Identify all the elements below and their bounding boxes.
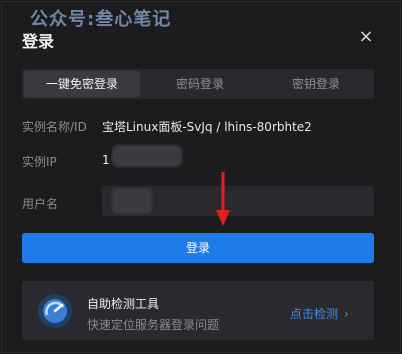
- tab-key[interactable]: 密钥登录: [258, 69, 374, 99]
- instance-name-row: 实例名称/ID 宝塔Linux面板-SvJq / lhins-80rbhte2: [22, 118, 312, 135]
- username-redaction: [112, 188, 152, 214]
- run-check-label: 点击检测: [290, 307, 339, 321]
- arrow-head: [216, 210, 230, 226]
- username-label: 用户名: [22, 197, 59, 211]
- instance-name-value: 宝塔Linux面板-SvJq / lhins-80rbhte2: [102, 120, 312, 134]
- instance-ip-label: 实例IP: [22, 155, 57, 169]
- close-icon[interactable]: ×: [358, 26, 374, 47]
- chevron-right-icon: ›: [344, 307, 349, 321]
- instance-ip-value: 1: [102, 153, 110, 167]
- tab-password[interactable]: 密码登录: [142, 69, 258, 99]
- login-button[interactable]: 登录: [22, 233, 374, 263]
- login-method-tabs: 一键免密登录 密码登录 密钥登录: [22, 69, 374, 99]
- ip-redaction: [112, 145, 182, 167]
- speedometer-icon: [38, 294, 72, 328]
- red-arrow-annotation: [216, 172, 230, 226]
- instance-ip-row: 实例IP 1: [22, 153, 110, 170]
- self-check-tool-card: 自助检测工具 快速定位服务器登录问题 点击检测 ›: [22, 281, 374, 340]
- instance-name-label: 实例名称/ID: [22, 120, 87, 134]
- dialog-title: 登录: [22, 32, 55, 51]
- tool-title: 自助检测工具: [87, 297, 160, 311]
- tab-passwordless[interactable]: 一键免密登录: [24, 71, 140, 97]
- run-check-link[interactable]: 点击检测 ›: [290, 305, 349, 322]
- tool-description: 快速定位服务器登录问题: [87, 318, 220, 332]
- username-row: 用户名: [22, 195, 102, 212]
